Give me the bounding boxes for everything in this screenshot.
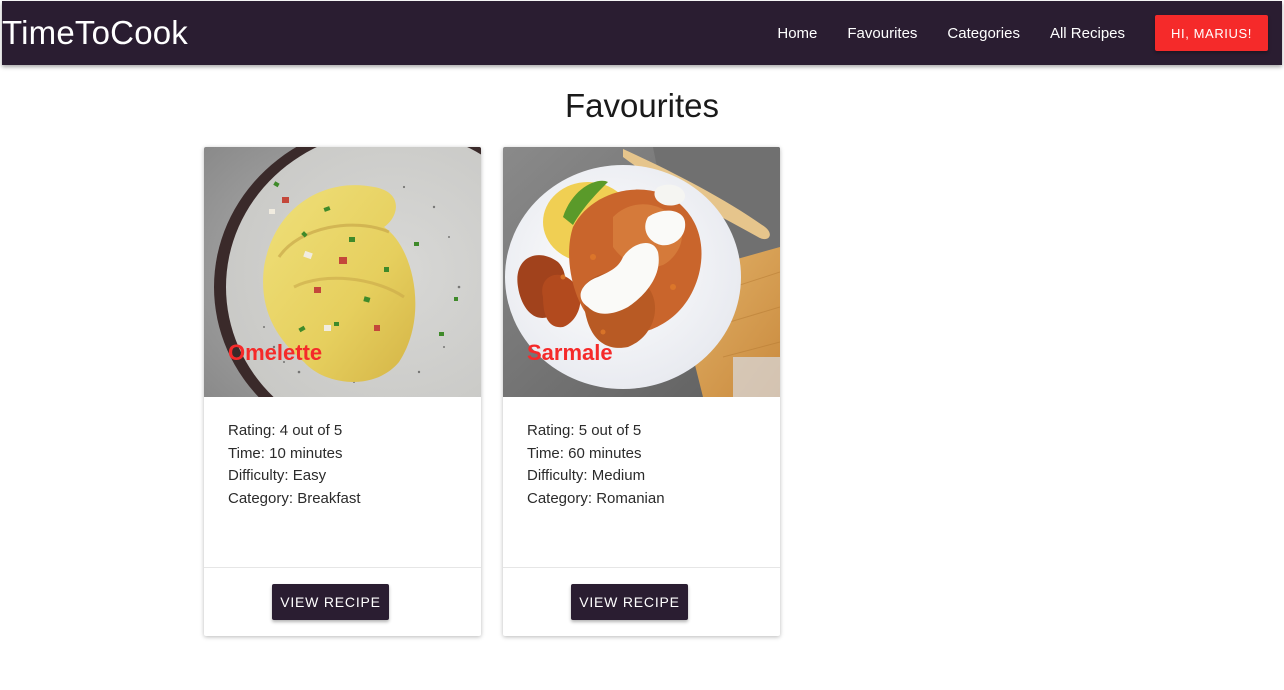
nav-links: Home Favourites Categories All Recipes H… bbox=[777, 1, 1282, 65]
recipe-category: Category: Breakfast bbox=[228, 489, 361, 507]
recipe-time: Time: 60 minutes bbox=[527, 444, 642, 462]
recipe-details: Rating: 5 out of 5 Time: 60 minutes Diff… bbox=[527, 420, 665, 510]
recipe-card-omelette: Omelette Rating: 4 out of 5 Time: 10 min… bbox=[204, 147, 481, 636]
recipe-category: Category: Romanian bbox=[527, 489, 665, 507]
view-recipe-button[interactable]: VIEW RECIPE bbox=[272, 584, 389, 620]
recipe-difficulty: Difficulty: Easy bbox=[228, 467, 327, 484]
recipe-rating: Rating: 4 out of 5 bbox=[228, 422, 343, 439]
recipe-title: Omelette bbox=[228, 340, 323, 365]
top-navbar: TimeToCook Home Favourites Categories Al… bbox=[2, 1, 1282, 65]
sarmale-image: Sarmale bbox=[503, 147, 780, 397]
recipe-card-sarmale: Sarmale Rating: 5 out of 5 Time: 60 minu… bbox=[503, 147, 780, 636]
user-account-button[interactable]: HI, MARIUS! bbox=[1155, 15, 1268, 51]
view-recipe-button[interactable]: VIEW RECIPE bbox=[571, 584, 688, 620]
nav-link-favourites[interactable]: Favourites bbox=[847, 25, 917, 42]
recipe-details: Rating: 4 out of 5 Time: 10 minutes Diff… bbox=[228, 420, 361, 510]
nav-link-all-recipes[interactable]: All Recipes bbox=[1050, 25, 1125, 42]
omelette-image: Omelette bbox=[204, 147, 481, 397]
nav-link-home[interactable]: Home bbox=[777, 25, 817, 42]
recipe-rating: Rating: 5 out of 5 bbox=[527, 422, 642, 439]
recipe-difficulty: Difficulty: Medium bbox=[527, 467, 646, 484]
card-actions: VIEW RECIPE bbox=[503, 567, 780, 636]
card-actions: VIEW RECIPE bbox=[204, 567, 481, 636]
recipe-time: Time: 10 minutes bbox=[228, 444, 343, 462]
page-title: Favourites bbox=[564, 87, 720, 124]
nav-link-categories[interactable]: Categories bbox=[947, 25, 1020, 42]
brand-logo[interactable]: TimeToCook bbox=[2, 14, 188, 52]
recipe-title: Sarmale bbox=[527, 340, 613, 365]
